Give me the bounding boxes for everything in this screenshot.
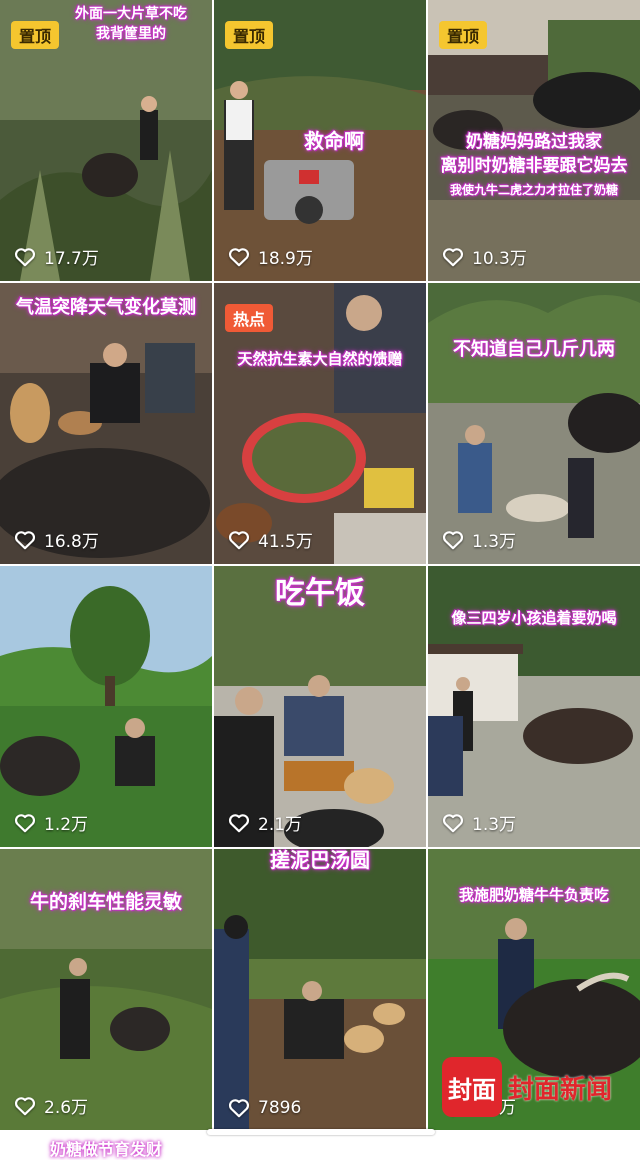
like-count: 7896	[228, 1098, 301, 1118]
video-grid: 置顶 外面一大片草不吃 我背筐里的 17.7万 置顶 救命啊 18.9万	[0, 0, 640, 1147]
video-caption: 气温突降天气变化莫测	[0, 297, 212, 319]
watermark-text: 封面新闻	[508, 1069, 612, 1106]
heart-outline-icon	[14, 1096, 36, 1116]
like-count: 10.3万	[442, 244, 527, 269]
video-subcaption: 我使九牛二虎之力才拉住了奶糖	[428, 180, 640, 200]
heart-outline-icon	[228, 247, 250, 267]
video-tile[interactable]: 热点 天然抗生素大自然的馈赠 41.5万	[214, 283, 426, 564]
like-count: 16.8万	[14, 527, 99, 552]
heart-outline-icon	[14, 813, 36, 833]
video-caption: 像三四岁小孩追着要奶喝	[428, 608, 640, 628]
heart-outline-icon	[442, 530, 464, 550]
like-count-text: 10.3万	[472, 244, 527, 269]
like-count: 18.9万	[228, 244, 313, 269]
like-count: 1.3万	[442, 527, 516, 552]
video-tile[interactable]: 置顶 救命啊 18.9万	[214, 0, 426, 281]
like-count-text: 17.7万	[44, 244, 99, 269]
video-thumbnail	[0, 566, 212, 847]
like-count: 2.1万	[228, 810, 302, 835]
like-count-text: 2.1万	[258, 810, 302, 835]
video-caption: 奶糖妈妈路过我家 离别时奶糖非要跟它妈去	[428, 130, 640, 178]
video-caption: 救命啊	[304, 130, 364, 152]
video-caption: 天然抗生素大自然的馈赠	[214, 349, 426, 369]
video-tile[interactable]: 1.2万	[0, 566, 212, 847]
heart-outline-icon	[228, 1098, 250, 1118]
video-caption: 吃午饭	[214, 576, 426, 612]
like-count: 41.5万	[228, 527, 313, 552]
home-indicator[interactable]	[207, 1129, 435, 1135]
video-tile[interactable]: 搓泥巴汤圆 7896	[214, 849, 426, 1130]
like-count: 1.2万	[14, 810, 88, 835]
like-count-text: 18.9万	[258, 244, 313, 269]
video-thumbnail	[0, 283, 212, 564]
watermark: 封面 封面新闻	[442, 1057, 612, 1117]
heart-outline-icon	[442, 813, 464, 833]
like-count-text: 16.8万	[44, 527, 99, 552]
heart-outline-icon	[14, 247, 36, 267]
video-tile[interactable]: 置顶 奶糖妈妈路过我家 离别时奶糖非要跟它妈去 我使九牛二虎之力才拉住了奶糖 1…	[428, 0, 640, 281]
pinned-badge: 置顶	[225, 21, 273, 49]
like-count-text: 1.3万	[472, 810, 516, 835]
heart-outline-icon	[228, 530, 250, 550]
video-caption: 外面一大片草不吃 我背筐里的	[0, 4, 212, 44]
video-thumbnail	[428, 283, 640, 564]
video-tile[interactable]: 吃午饭 2.1万	[214, 566, 426, 847]
heart-outline-icon	[442, 247, 464, 267]
video-caption: 我施肥奶糖牛牛负责吃	[428, 885, 640, 905]
video-tile[interactable]: 置顶 外面一大片草不吃 我背筐里的 17.7万	[0, 0, 212, 281]
video-thumbnail	[214, 849, 426, 1130]
next-row-caption: 奶糖做节育发财	[0, 1136, 212, 1160]
video-tile[interactable]: 气温突降天气变化莫测 16.8万	[0, 283, 212, 564]
video-caption: 牛的刹车性能灵敏	[0, 891, 212, 913]
like-count-text: 1.3万	[472, 527, 516, 552]
like-count-text: 7896	[258, 1098, 301, 1118]
watermark-logo: 封面	[442, 1057, 502, 1117]
like-count-text: 1.2万	[44, 810, 88, 835]
like-count: 1.3万	[442, 810, 516, 835]
pinned-badge: 置顶	[439, 21, 487, 49]
video-tile[interactable]: 不知道自己几斤几两 1.3万	[428, 283, 640, 564]
hot-badge: 热点	[225, 304, 273, 332]
like-count: 17.7万	[14, 244, 99, 269]
heart-outline-icon	[14, 530, 36, 550]
like-count: 2.6万	[14, 1093, 88, 1118]
video-caption: 搓泥巴汤圆	[214, 849, 426, 871]
video-tile[interactable]: 像三四岁小孩追着要奶喝 1.3万	[428, 566, 640, 847]
heart-outline-icon	[228, 813, 250, 833]
video-tile[interactable]: 牛的刹车性能灵敏 2.6万	[0, 849, 212, 1130]
like-count-text: 2.6万	[44, 1093, 88, 1118]
like-count-text: 41.5万	[258, 527, 313, 552]
video-caption: 不知道自己几斤几两	[428, 339, 640, 361]
